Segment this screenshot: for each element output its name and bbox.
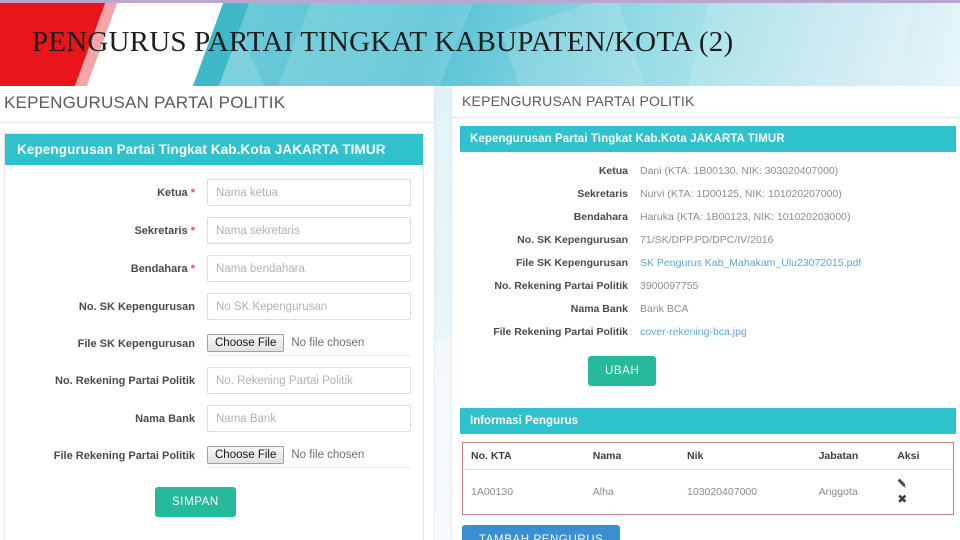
top-divider — [0, 0, 960, 3]
kepengurusan-form-box: Kepengurusan Partai Tingkat Kab.Kota JAK… — [4, 133, 424, 540]
slide-banner: PENGURUS PARTAI TINGKAT KABUPATEN/KOTA (… — [0, 0, 960, 88]
column-header-jabatan: Jabatan — [810, 443, 890, 470]
input-nama-bank[interactable]: Nama Bank — [207, 405, 411, 432]
file-status-sk: No file chosen — [291, 337, 365, 349]
label-nama-bank: Nama Bank — [135, 412, 195, 425]
field-row-no-sk: No. SK Kepengurusan No SK Kepengurusan — [5, 293, 411, 320]
left-box-header: Kepengurusan Partai Tingkat Kab.Kota JAK… — [5, 134, 423, 165]
field-row-sekretaris: Sekretaris * Nama sekretaris — [5, 217, 411, 244]
detail-row-ketua: Ketua Dani (KTA: 1B00130, NIK: 303020407… — [460, 164, 946, 178]
submit-row: SIMPAN — [5, 479, 411, 531]
required-marker: * — [190, 262, 195, 275]
detail-row-bendahara: Bendahara Haruka (KTA: 1B00123, NIK: 101… — [460, 210, 946, 224]
file-status-rekening: No file chosen — [291, 449, 365, 461]
detail-row-nama-bank: Nama Bank Bank BCA — [460, 302, 946, 316]
detail-label-bendahara: Bendahara — [573, 211, 628, 223]
simpan-button[interactable]: SIMPAN — [155, 487, 236, 517]
table-header-row: No. KTA Nama Nik Jabatan Aksi — [463, 443, 953, 470]
file-input-rekening[interactable]: Choose File No file chosen — [207, 443, 411, 468]
right-page-title: KEPENGURUSAN PARTAI POLITIK — [452, 86, 960, 118]
detail-screenshot-right: KEPENGURUSAN PARTAI POLITIK Kepengurusan… — [452, 86, 960, 540]
detail-label-no-rekening: No. Rekening Partai Politik — [494, 280, 628, 292]
column-header-nama: Nama — [584, 443, 680, 470]
column-header-aksi: Aksi — [889, 443, 953, 470]
file-input-sk[interactable]: Choose File No file chosen — [207, 331, 411, 356]
ubah-button[interactable]: UBAH — [588, 356, 657, 386]
input-no-rekening[interactable]: No. Rekening Partai Politik — [207, 367, 411, 394]
edit-row: UBAH — [460, 348, 946, 398]
detail-value-nama-bank: Bank BCA — [640, 303, 689, 315]
detail-row-file-sk: File SK Kepengurusan SK Pengurus Kab_Mah… — [460, 256, 946, 270]
column-header-nik: Nik — [679, 443, 811, 470]
pencil-icon[interactable] — [897, 478, 908, 492]
detail-value-bendahara: Haruka (KTA: 1B00123, NIK: 101020203000) — [640, 211, 851, 223]
detail-value-no-rekening: 3900097755 — [640, 280, 699, 292]
field-row-no-rekening: No. Rekening Partai Politik No. Rekening… — [5, 367, 411, 394]
detail-value-no-sk: 71/SK/DPP.PD/DPC/IV/2016 — [640, 234, 774, 246]
cell-nama: Alha — [592, 486, 614, 498]
label-sekretaris: Sekretaris * — [134, 224, 195, 237]
field-row-ketua: Ketua * Nama ketua — [5, 179, 411, 206]
pengurus-table: No. KTA Nama Nik Jabatan Aksi 1A00130 Al… — [463, 443, 953, 514]
label-ketua: Ketua * — [157, 186, 195, 199]
tambah-pengurus-button[interactable]: TAMBAH PENGURUS — [462, 525, 621, 540]
left-form-body: Ketua * Nama ketua Sekretaris * Nama sek… — [5, 165, 423, 540]
cell-nik: 103020407000 — [687, 486, 758, 498]
detail-label-ketua: Ketua — [598, 165, 628, 177]
detail-value-file-rekening-link[interactable]: cover-rekening-bca.jpg — [640, 325, 747, 339]
required-marker: * — [190, 224, 195, 237]
close-icon[interactable]: ✖ — [897, 492, 907, 506]
label-file-rekening: File Rekening Partai Politik — [53, 449, 195, 462]
field-row-file-sk: File SK Kepengurusan Choose File No file… — [5, 331, 411, 356]
label-bendahara: Bendahara * — [130, 262, 195, 275]
detail-label-nama-bank: Nama Bank — [570, 303, 628, 315]
input-bendahara[interactable]: Nama bendahara — [207, 255, 411, 282]
informasi-pengurus-header: Informasi Pengurus — [460, 408, 956, 434]
pengurus-table-wrapper: No. KTA Nama Nik Jabatan Aksi 1A00130 Al… — [462, 442, 954, 515]
form-screenshot-left: KEPENGURUSAN PARTAI POLITIK Kepengurusan… — [0, 86, 434, 540]
table-body: 1A00130 Alha 103020407000 Anggota ✖ — [463, 470, 953, 515]
label-no-rekening: No. Rekening Partai Politik — [55, 374, 195, 387]
detail-label-file-sk: File SK Kepengurusan — [515, 257, 628, 269]
choose-file-button-sk[interactable]: Choose File — [207, 334, 285, 352]
detail-value-file-sk-link[interactable]: SK Pengurus Kab_Mahakam_Ulu23072015.pdf — [640, 256, 861, 270]
cell-aksi: ✖ — [889, 470, 953, 515]
table-row: 1A00130 Alha 103020407000 Anggota ✖ — [463, 470, 953, 515]
detail-label-file-rekening: File Rekening Partai Politik — [493, 326, 628, 338]
cell-no-kta: 1A00130 — [471, 486, 514, 498]
detail-row-no-sk: No. SK Kepengurusan 71/SK/DPP.PD/DPC/IV/… — [460, 233, 946, 247]
page-title: PENGURUS PARTAI TINGKAT KABUPATEN/KOTA (… — [32, 26, 734, 58]
detail-body: Ketua Dani (KTA: 1B00130, NIK: 303020407… — [460, 152, 956, 402]
detail-value-ketua: Dani (KTA: 1B00130, NIK: 303020407000) — [640, 165, 839, 177]
add-row: TAMBAH PENGURUS — [452, 515, 960, 540]
input-sekretaris[interactable]: Nama sekretaris — [207, 217, 411, 244]
kepengurusan-detail-box: Kepengurusan Partai Tingkat Kab.Kota JAK… — [460, 126, 956, 402]
detail-label-sekretaris: Sekretaris — [577, 188, 628, 200]
detail-row-file-rekening: File Rekening Partai Politik cover-reken… — [460, 325, 946, 339]
detail-value-sekretaris: Nurvi (KTA: 1D00125, NIK: 101020207000) — [640, 188, 842, 200]
detail-row-no-rekening: No. Rekening Partai Politik 3900097755 — [460, 279, 946, 293]
input-no-sk[interactable]: No SK Kepengurusan — [207, 293, 411, 320]
column-header-no-kta: No. KTA — [463, 443, 585, 470]
right-box-header: Kepengurusan Partai Tingkat Kab.Kota JAK… — [460, 126, 956, 152]
required-marker: * — [190, 186, 195, 199]
table-header: No. KTA Nama Nik Jabatan Aksi — [463, 443, 953, 470]
field-row-bendahara: Bendahara * Nama bendahara — [5, 255, 411, 282]
detail-label-no-sk: No. SK Kepengurusan — [517, 234, 628, 246]
slide-content: KEPENGURUSAN PARTAI POLITIK Kepengurusan… — [0, 86, 960, 540]
choose-file-button-rekening[interactable]: Choose File — [207, 446, 285, 464]
field-row-file-rekening: File Rekening Partai Politik Choose File… — [5, 443, 411, 468]
cell-jabatan: Anggota — [818, 486, 858, 498]
label-file-sk: File SK Kepengurusan — [77, 337, 195, 350]
field-row-nama-bank: Nama Bank Nama Bank — [5, 405, 411, 432]
left-page-title: KEPENGURUSAN PARTAI POLITIK — [0, 86, 434, 123]
input-ketua[interactable]: Nama ketua — [207, 179, 411, 206]
label-no-sk: No. SK Kepengurusan — [78, 300, 195, 313]
detail-row-sekretaris: Sekretaris Nurvi (KTA: 1D00125, NIK: 101… — [460, 187, 946, 201]
